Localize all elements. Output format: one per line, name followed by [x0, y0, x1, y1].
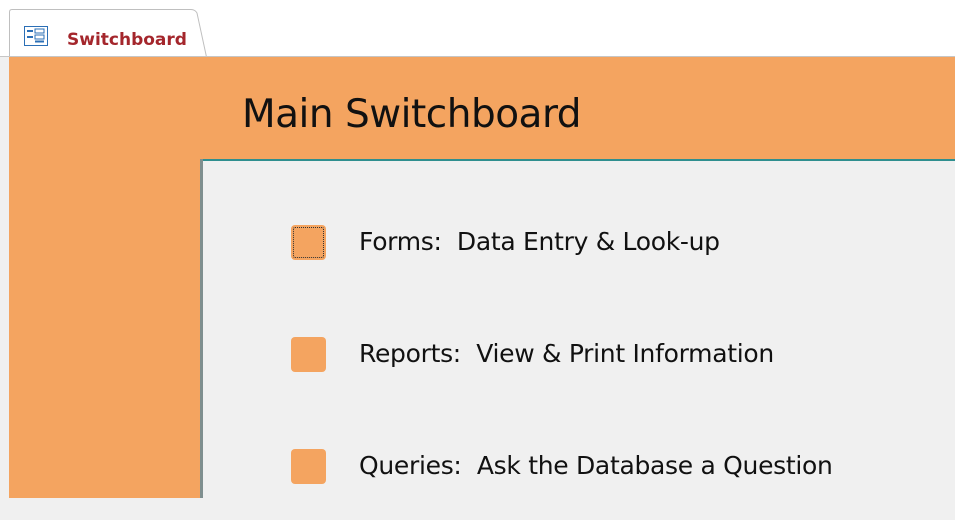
reports-button[interactable] — [291, 337, 326, 372]
page-title: Main Switchboard — [242, 92, 582, 137]
tab-switchboard[interactable]: Switchboard — [9, 9, 207, 57]
form-icon — [24, 26, 48, 46]
queries-label[interactable]: Queries: Ask the Database a Question — [359, 451, 833, 481]
forms-label[interactable]: Forms: Data Entry & Look-up — [359, 227, 720, 257]
switchboard-form: Main Switchboard Forms: Data Entry & Loo… — [9, 57, 955, 498]
switchboard-item-forms: Forms: Data Entry & Look-up — [203, 217, 955, 267]
tab-label: Switchboard — [67, 30, 187, 50]
form-footer-area — [0, 498, 955, 520]
queries-button[interactable] — [291, 449, 326, 484]
window-left-edge — [0, 57, 9, 520]
document-tab-strip: Switchboard — [0, 0, 955, 57]
reports-label[interactable]: Reports: View & Print Information — [359, 339, 774, 369]
switchboard-detail-section: Forms: Data Entry & Look-up Reports: Vie… — [200, 159, 955, 498]
forms-button[interactable] — [291, 225, 326, 260]
switchboard-item-reports: Reports: View & Print Information — [203, 329, 955, 379]
switchboard-item-queries: Queries: Ask the Database a Question — [203, 441, 955, 491]
